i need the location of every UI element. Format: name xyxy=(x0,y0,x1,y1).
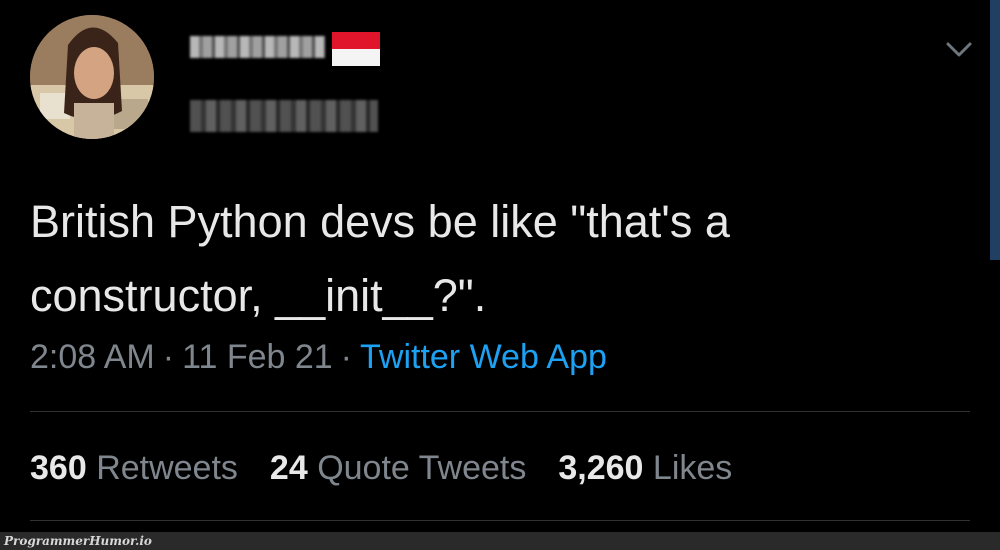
tweet-container: British Python devs be like "that's a co… xyxy=(0,0,1000,550)
meta-separator: · xyxy=(162,338,175,376)
divider xyxy=(30,411,970,412)
quote-tweets-label: Quote Tweets xyxy=(317,449,527,487)
likes-stat[interactable]: 3,260 Likes xyxy=(558,449,732,487)
tweet-text: British Python devs be like "that's a co… xyxy=(30,196,730,321)
indonesia-flag-icon xyxy=(332,32,380,66)
likes-label: Likes xyxy=(652,449,733,487)
tweet-source-link[interactable]: Twitter Web App xyxy=(360,338,607,376)
scrollbar[interactable] xyxy=(990,0,1000,260)
tweet-date[interactable]: 11 Feb 21 xyxy=(182,338,333,376)
author-handle-redacted[interactable] xyxy=(190,100,378,132)
tweet-time[interactable]: 2:08 AM xyxy=(30,338,155,376)
watermark-text: ProgrammerHumor.io xyxy=(4,534,152,548)
tweet-meta: 2:08 AM · 11 Feb 21 · Twitter Web App xyxy=(30,335,607,379)
quote-tweets-stat[interactable]: 24 Quote Tweets xyxy=(270,449,526,487)
avatar[interactable] xyxy=(30,15,154,139)
meta-separator: · xyxy=(340,338,352,376)
retweets-stat[interactable]: 360 Retweets xyxy=(30,449,238,487)
quote-tweets-count: 24 xyxy=(269,449,308,487)
author-name-redacted[interactable] xyxy=(190,36,325,58)
retweets-count: 360 xyxy=(30,449,87,487)
tweet-stats: 360 Retweets 24 Quote Tweets 3,260 Likes xyxy=(30,446,764,490)
chevron-down-icon[interactable] xyxy=(944,38,974,62)
retweets-label: Retweets xyxy=(96,449,238,487)
author-block[interactable] xyxy=(190,30,390,140)
likes-count: 3,260 xyxy=(558,449,644,487)
watermark-bar: ProgrammerHumor.io xyxy=(0,532,1000,550)
divider xyxy=(30,520,970,521)
